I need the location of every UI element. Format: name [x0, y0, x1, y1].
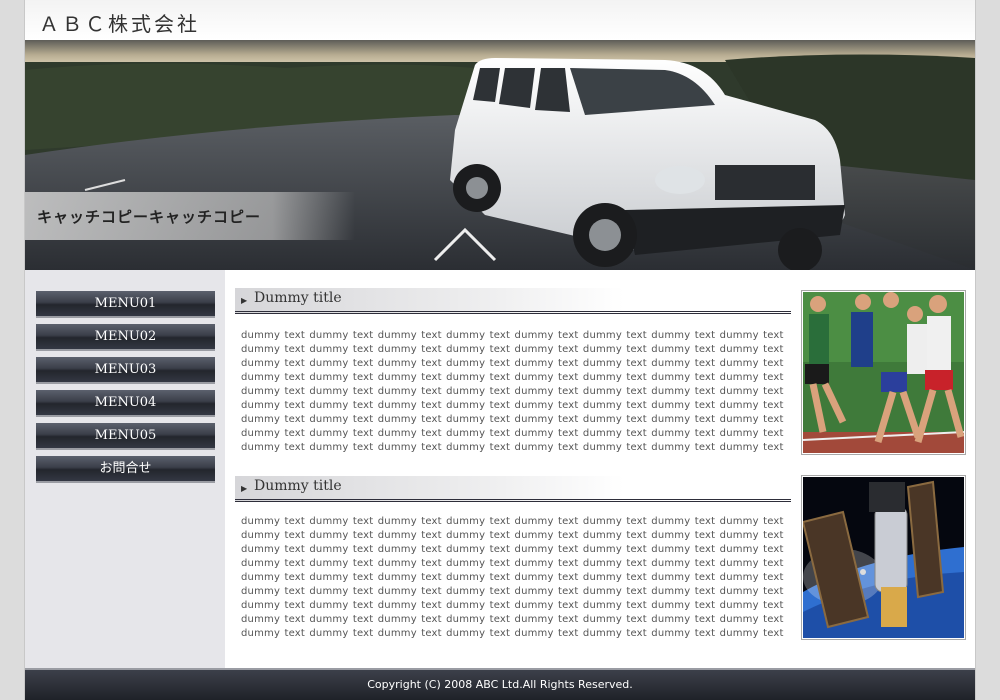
- body-line: dummy text dummy text dummy text dummy t…: [241, 586, 784, 597]
- body-line: dummy text dummy text dummy text dummy t…: [241, 628, 784, 639]
- catch-copy-bar: キャッチコピーキャッチコピー: [25, 192, 355, 240]
- company-logo[interactable]: ＡＢＣ株式会社: [39, 8, 200, 37]
- arrow-icon: ▶: [241, 296, 248, 305]
- sidebar-item-menu01[interactable]: MENU01: [36, 291, 215, 318]
- body-line: dummy text dummy text dummy text dummy t…: [241, 358, 784, 369]
- body-line: dummy text dummy text dummy text dummy t…: [241, 400, 784, 411]
- header: ＡＢＣ株式会社: [25, 0, 975, 40]
- section-title-2: ▶ Dummy title: [235, 476, 791, 502]
- sidebar-item-menu05[interactable]: MENU05: [36, 423, 215, 450]
- section-title-text: Dummy title: [254, 290, 342, 306]
- section-body-1: dummy text dummy text dummy text dummy t…: [241, 329, 785, 455]
- body-line: dummy text dummy text dummy text dummy t…: [241, 544, 784, 555]
- section-title-text: Dummy title: [254, 478, 342, 494]
- hero-banner: キャッチコピーキャッチコピー: [25, 40, 975, 270]
- satellite-photo: [801, 475, 966, 640]
- runners-photo: [801, 290, 966, 455]
- sidebar-item-menu03[interactable]: MENU03: [36, 357, 215, 384]
- body-line: dummy text dummy text dummy text dummy t…: [241, 428, 784, 439]
- footer: Copyright (C) 2008 ABC Ltd.All Rights Re…: [25, 668, 975, 700]
- body-line: dummy text dummy text dummy text dummy t…: [241, 614, 784, 625]
- page: ＡＢＣ株式会社 キャッチコピーキャッチコピー MENU01 MENU02 MEN…: [24, 0, 976, 700]
- sidebar: MENU01 MENU02 MENU03 MENU04 MENU05 お問合せ: [25, 270, 225, 668]
- sidebar-item-menu02[interactable]: MENU02: [36, 324, 215, 351]
- body-line: dummy text dummy text dummy text dummy t…: [241, 516, 784, 527]
- body-line: dummy text dummy text dummy text dummy t…: [241, 344, 784, 355]
- body-line: dummy text dummy text dummy text dummy t…: [241, 330, 784, 341]
- copyright-text: Copyright (C) 2008 ABC Ltd.All Rights Re…: [367, 678, 633, 691]
- body-line: dummy text dummy text dummy text dummy t…: [241, 386, 784, 397]
- body-line: dummy text dummy text dummy text dummy t…: [241, 372, 784, 383]
- body-line: dummy text dummy text dummy text dummy t…: [241, 558, 784, 569]
- body-line: dummy text dummy text dummy text dummy t…: [241, 530, 784, 541]
- section-body-2: dummy text dummy text dummy text dummy t…: [241, 515, 785, 641]
- section-title-1: ▶ Dummy title: [235, 288, 791, 314]
- body-line: dummy text dummy text dummy text dummy t…: [241, 442, 784, 453]
- body-line: dummy text dummy text dummy text dummy t…: [241, 414, 784, 425]
- catch-copy: キャッチコピーキャッチコピー: [37, 208, 262, 226]
- sidebar-item-menu04[interactable]: MENU04: [36, 390, 215, 417]
- sidebar-item-contact[interactable]: お問合せ: [36, 456, 215, 483]
- arrow-icon: ▶: [241, 484, 248, 493]
- body-line: dummy text dummy text dummy text dummy t…: [241, 572, 784, 583]
- body-line: dummy text dummy text dummy text dummy t…: [241, 600, 784, 611]
